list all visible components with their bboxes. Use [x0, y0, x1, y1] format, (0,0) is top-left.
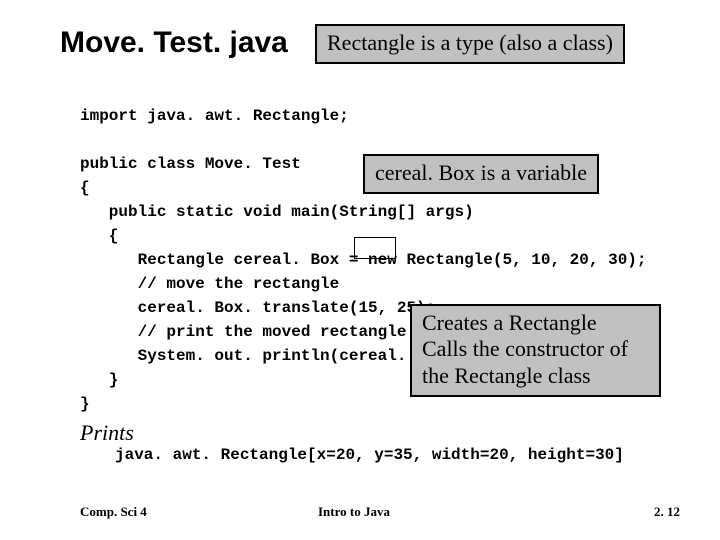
- prints-output: java. awt. Rectangle[x=20, y=35, width=2…: [115, 446, 624, 464]
- slide: Move. Test. java Rectangle is a type (al…: [0, 0, 720, 540]
- prints-label: Prints: [80, 420, 134, 446]
- callout-creates-line2: Calls the constructor of: [422, 336, 628, 361]
- slide-title: Move. Test. java: [60, 26, 288, 60]
- callout-creates-line1: Creates a Rectangle: [422, 310, 597, 335]
- callout-new-box: [354, 237, 396, 259]
- footer-right: 2. 12: [654, 504, 680, 520]
- callout-variable: cereal. Box is a variable: [363, 154, 599, 194]
- footer-left: Comp. Sci 4: [80, 504, 147, 520]
- callout-type: Rectangle is a type (also a class): [315, 24, 625, 64]
- callout-creates-line3: the Rectangle class: [422, 363, 591, 388]
- footer-center: Intro to Java: [318, 504, 390, 520]
- callout-creates: Creates a Rectangle Calls the constructo…: [410, 304, 661, 397]
